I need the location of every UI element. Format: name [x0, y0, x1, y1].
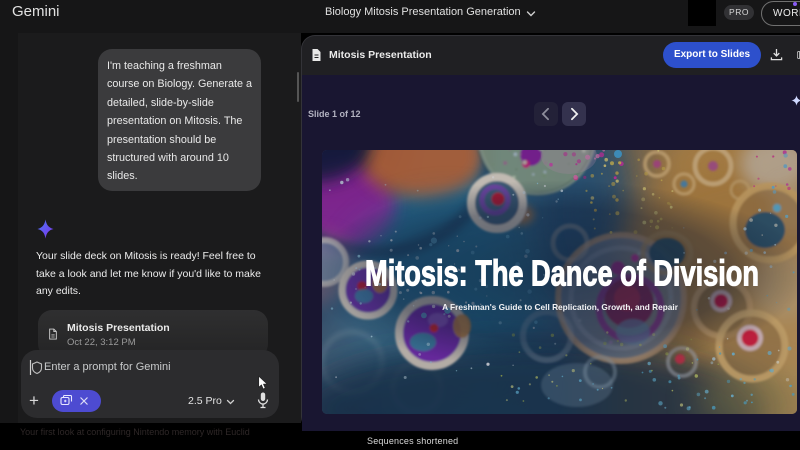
svg-text:Mitosis: The Dance of Division: Mitosis: The Dance of Division — [365, 253, 759, 294]
svg-text:A Freshman's Guide to Cell Rep: A Freshman's Guide to Cell Replication, … — [442, 302, 679, 312]
